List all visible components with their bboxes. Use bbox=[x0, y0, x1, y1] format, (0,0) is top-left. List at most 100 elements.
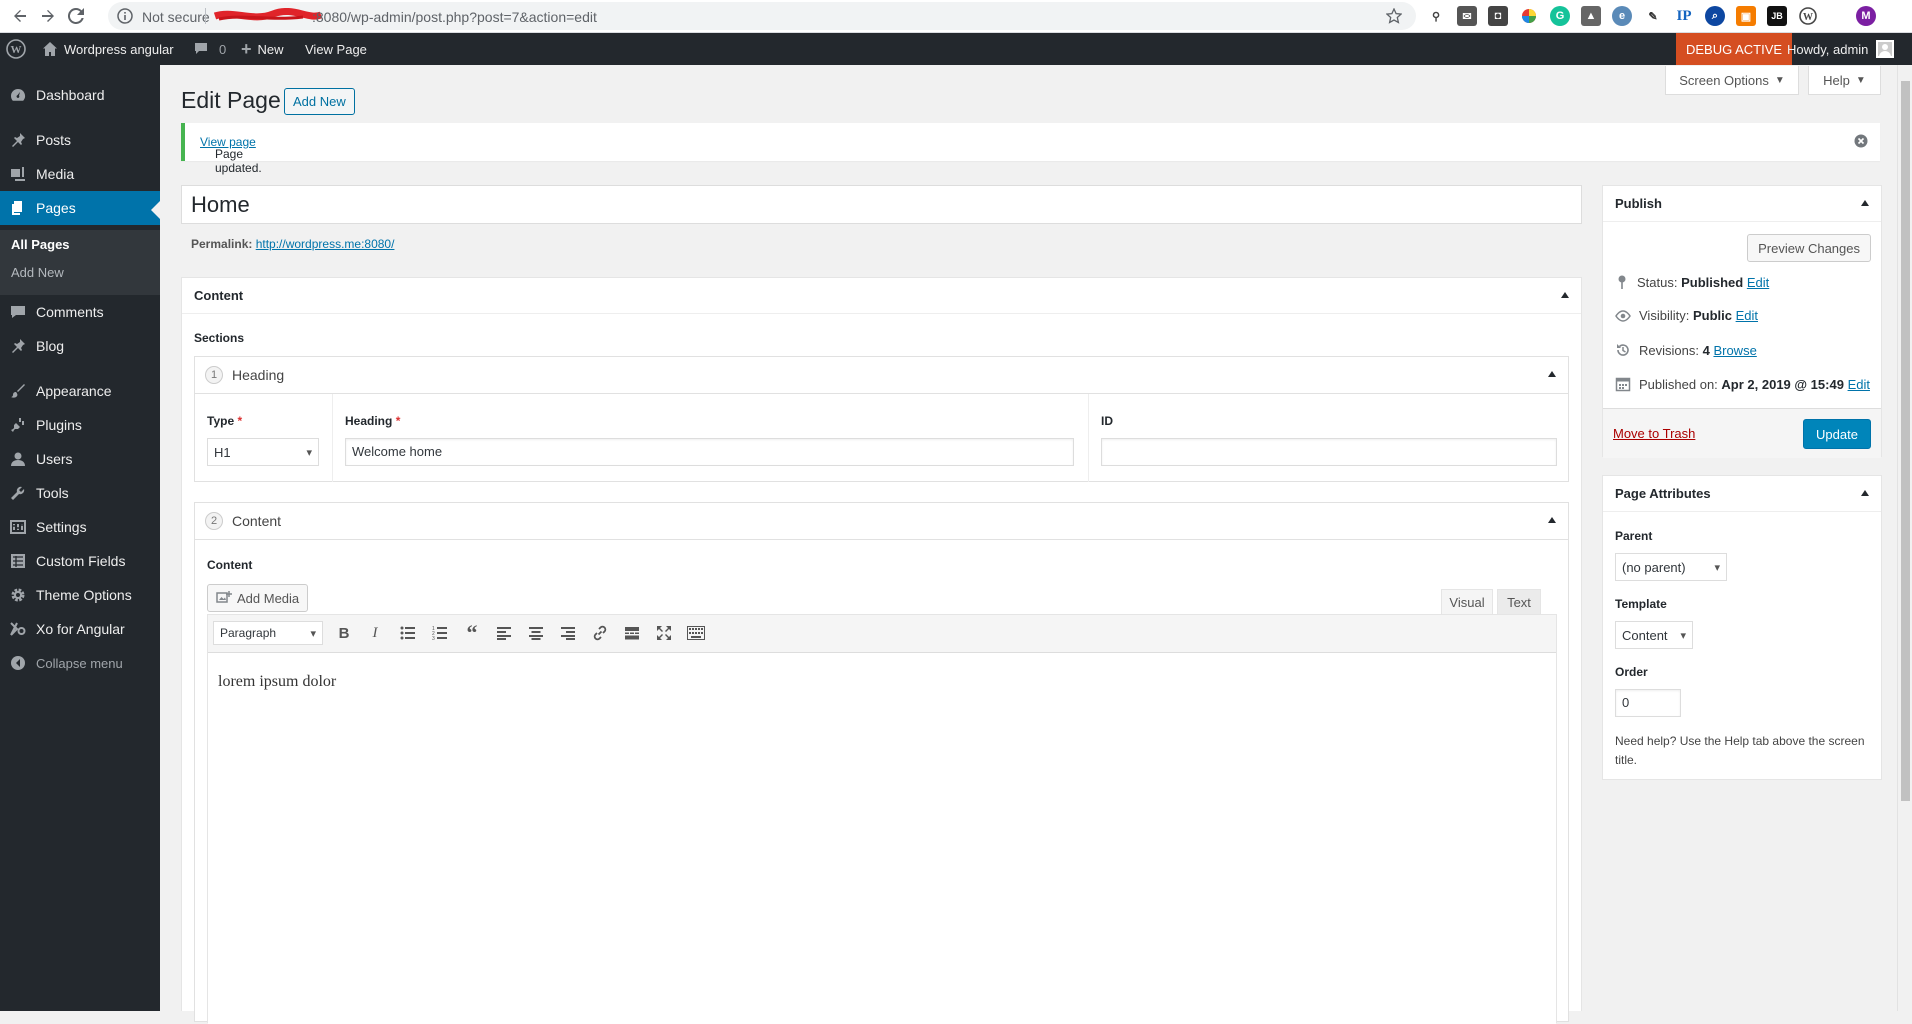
wordpress-icon[interactable]: W bbox=[1798, 6, 1818, 26]
blockquote-icon[interactable]: “ bbox=[459, 620, 485, 646]
collapse-toggle-icon[interactable] bbox=[1861, 490, 1869, 496]
tab-visual[interactable]: Visual bbox=[1441, 589, 1493, 615]
layout-header[interactable]: 2 Content bbox=[195, 503, 1568, 540]
parent-select[interactable]: (no parent) bbox=[1615, 553, 1727, 581]
italic-icon[interactable]: I bbox=[362, 620, 388, 646]
vertical-scrollbar[interactable] bbox=[1897, 65, 1912, 1011]
wp-logo[interactable]: W bbox=[6, 33, 26, 65]
add-media-button[interactable]: Add Media bbox=[207, 584, 309, 612]
toolbar-toggle-icon[interactable] bbox=[683, 620, 709, 646]
key-icon[interactable]: ⚲ bbox=[1426, 6, 1446, 26]
collapse-toggle-icon[interactable] bbox=[1548, 371, 1556, 377]
bullet-list-icon[interactable] bbox=[395, 620, 421, 646]
editor-content[interactable]: lorem ipsum dolor bbox=[208, 655, 1556, 1024]
move-to-trash-link[interactable]: Move to Trash bbox=[1613, 426, 1695, 441]
ip-icon[interactable]: IP bbox=[1674, 6, 1694, 26]
sidebar-item-dashboard[interactable]: Dashboard bbox=[0, 78, 160, 112]
redaction-scribble bbox=[213, 8, 323, 21]
bold-icon[interactable]: B bbox=[331, 620, 357, 646]
numbered-list-icon[interactable]: 123 bbox=[427, 620, 453, 646]
collapse-toggle-icon[interactable] bbox=[1561, 292, 1569, 298]
address-bar[interactable]: Not secure :8080/wp-admin/post.php?post=… bbox=[108, 2, 1416, 30]
order-input[interactable]: 0 bbox=[1615, 689, 1681, 717]
publish-header[interactable]: Publish bbox=[1603, 186, 1881, 222]
reload-button[interactable] bbox=[64, 4, 88, 28]
scrollbar-thumb[interactable] bbox=[1901, 81, 1910, 801]
color-wheel-icon[interactable] bbox=[1519, 6, 1539, 26]
link-icon[interactable] bbox=[587, 620, 613, 646]
sidebar-item-label: Appearance bbox=[36, 383, 112, 399]
profile-avatar[interactable]: M bbox=[1856, 6, 1876, 26]
parent-select-value: (no parent) bbox=[1622, 559, 1686, 575]
sidebar-item-label: Tools bbox=[36, 485, 69, 501]
format-select[interactable]: Paragraph bbox=[213, 621, 323, 645]
sidebar-item-theme-options[interactable]: Theme Options bbox=[0, 578, 160, 612]
new-content-link[interactable]: + New bbox=[241, 33, 284, 65]
sidebar-item-posts[interactable]: Posts bbox=[0, 123, 160, 157]
bag-icon[interactable]: ▣ bbox=[1736, 6, 1756, 26]
help-button[interactable]: Help ▼ bbox=[1808, 66, 1881, 95]
collapse-toggle-icon[interactable] bbox=[1548, 517, 1556, 523]
align-left-icon[interactable] bbox=[491, 620, 517, 646]
sidebar-item-comments[interactable]: Comments bbox=[0, 295, 160, 329]
help-text: Need help? Use the Help tab above the sc… bbox=[1615, 734, 1865, 767]
editor-wrapper: Paragraph lorem ipsum dolor bbox=[207, 614, 1557, 1024]
view-page-link[interactable]: View Page bbox=[305, 33, 367, 65]
preview-changes-button[interactable]: Preview Changes bbox=[1747, 234, 1871, 262]
mail-icon[interactable]: ✉ bbox=[1457, 6, 1477, 26]
id-input[interactable] bbox=[1101, 438, 1557, 466]
eyedropper-icon[interactable]: ✎ bbox=[1643, 6, 1663, 26]
layout-header[interactable]: 1 Heading bbox=[195, 357, 1568, 394]
edge-icon[interactable]: e bbox=[1612, 6, 1632, 26]
comments-link[interactable]: 0 bbox=[193, 33, 226, 65]
image-icon[interactable]: ▲ bbox=[1581, 6, 1601, 26]
back-button[interactable] bbox=[8, 4, 32, 28]
submenu-all-pages[interactable]: All Pages bbox=[11, 237, 70, 252]
dismiss-icon[interactable] bbox=[1854, 134, 1868, 148]
forward-button[interactable] bbox=[36, 4, 60, 28]
sidebar-item-blog[interactable]: Blog bbox=[0, 329, 160, 363]
align-right-icon[interactable] bbox=[555, 620, 581, 646]
sidebar-item-xo-for-angular[interactable]: Xo for Angular bbox=[0, 612, 160, 646]
permalink-url[interactable]: http://wordpress.me:8080/ bbox=[256, 237, 395, 251]
sidebar-item-pages[interactable]: Pages bbox=[0, 191, 160, 225]
update-button[interactable]: Update bbox=[1803, 419, 1871, 449]
fullscreen-icon[interactable] bbox=[651, 620, 677, 646]
sidebar-item-settings[interactable]: Settings bbox=[0, 510, 160, 544]
visibility-row: Visibility: Public Edit bbox=[1615, 308, 1758, 323]
template-select[interactable]: Content bbox=[1615, 621, 1693, 649]
heading-input[interactable]: Welcome home bbox=[345, 438, 1074, 466]
content-metabox-header[interactable]: Content bbox=[182, 278, 1581, 314]
edit-date-link[interactable]: Edit bbox=[1848, 377, 1870, 392]
bookmark-star-icon[interactable] bbox=[1386, 8, 1402, 24]
new-label: New bbox=[257, 41, 284, 57]
sidebar-item-media[interactable]: Media bbox=[0, 157, 160, 191]
submenu-add-new[interactable]: Add New bbox=[11, 265, 64, 280]
sidebar-item-tools[interactable]: Tools bbox=[0, 476, 160, 510]
edit-status-link[interactable]: Edit bbox=[1747, 275, 1769, 290]
pocket-icon[interactable]: ◘ bbox=[1488, 6, 1508, 26]
sidebar-item-users[interactable]: Users bbox=[0, 442, 160, 476]
sidebar-item-collapse-menu[interactable]: Collapse menu bbox=[0, 646, 160, 680]
edit-visibility-link[interactable]: Edit bbox=[1736, 308, 1758, 323]
align-center-icon[interactable] bbox=[523, 620, 549, 646]
collapse-toggle-icon[interactable] bbox=[1861, 200, 1869, 206]
page-attributes-header[interactable]: Page Attributes bbox=[1603, 476, 1881, 512]
browse-revisions-link[interactable]: Browse bbox=[1713, 343, 1756, 358]
site-name-link[interactable]: Wordpress angular bbox=[42, 33, 174, 65]
my-account[interactable]: Howdy, admin bbox=[1787, 33, 1895, 65]
status-row: Status: Published Edit bbox=[1615, 274, 1769, 290]
jb-icon[interactable]: JB bbox=[1767, 6, 1787, 26]
screen-options-button[interactable]: Screen Options ▼ bbox=[1665, 66, 1799, 95]
grammarly-icon[interactable]: G bbox=[1550, 6, 1570, 26]
post-title-input[interactable]: Home bbox=[181, 185, 1582, 224]
sidebar-item-appearance[interactable]: Appearance bbox=[0, 374, 160, 408]
tab-text[interactable]: Text bbox=[1497, 589, 1541, 615]
permalink: Permalink: http://wordpress.me:8080/ bbox=[191, 237, 394, 251]
search-icon[interactable]: ⌕ bbox=[1705, 6, 1725, 26]
read-more-icon[interactable] bbox=[619, 620, 645, 646]
add-new-button[interactable]: Add New bbox=[284, 88, 355, 115]
sidebar-item-custom-fields[interactable]: Custom Fields bbox=[0, 544, 160, 578]
type-select[interactable]: H1 bbox=[207, 438, 319, 466]
sidebar-item-plugins[interactable]: Plugins bbox=[0, 408, 160, 442]
